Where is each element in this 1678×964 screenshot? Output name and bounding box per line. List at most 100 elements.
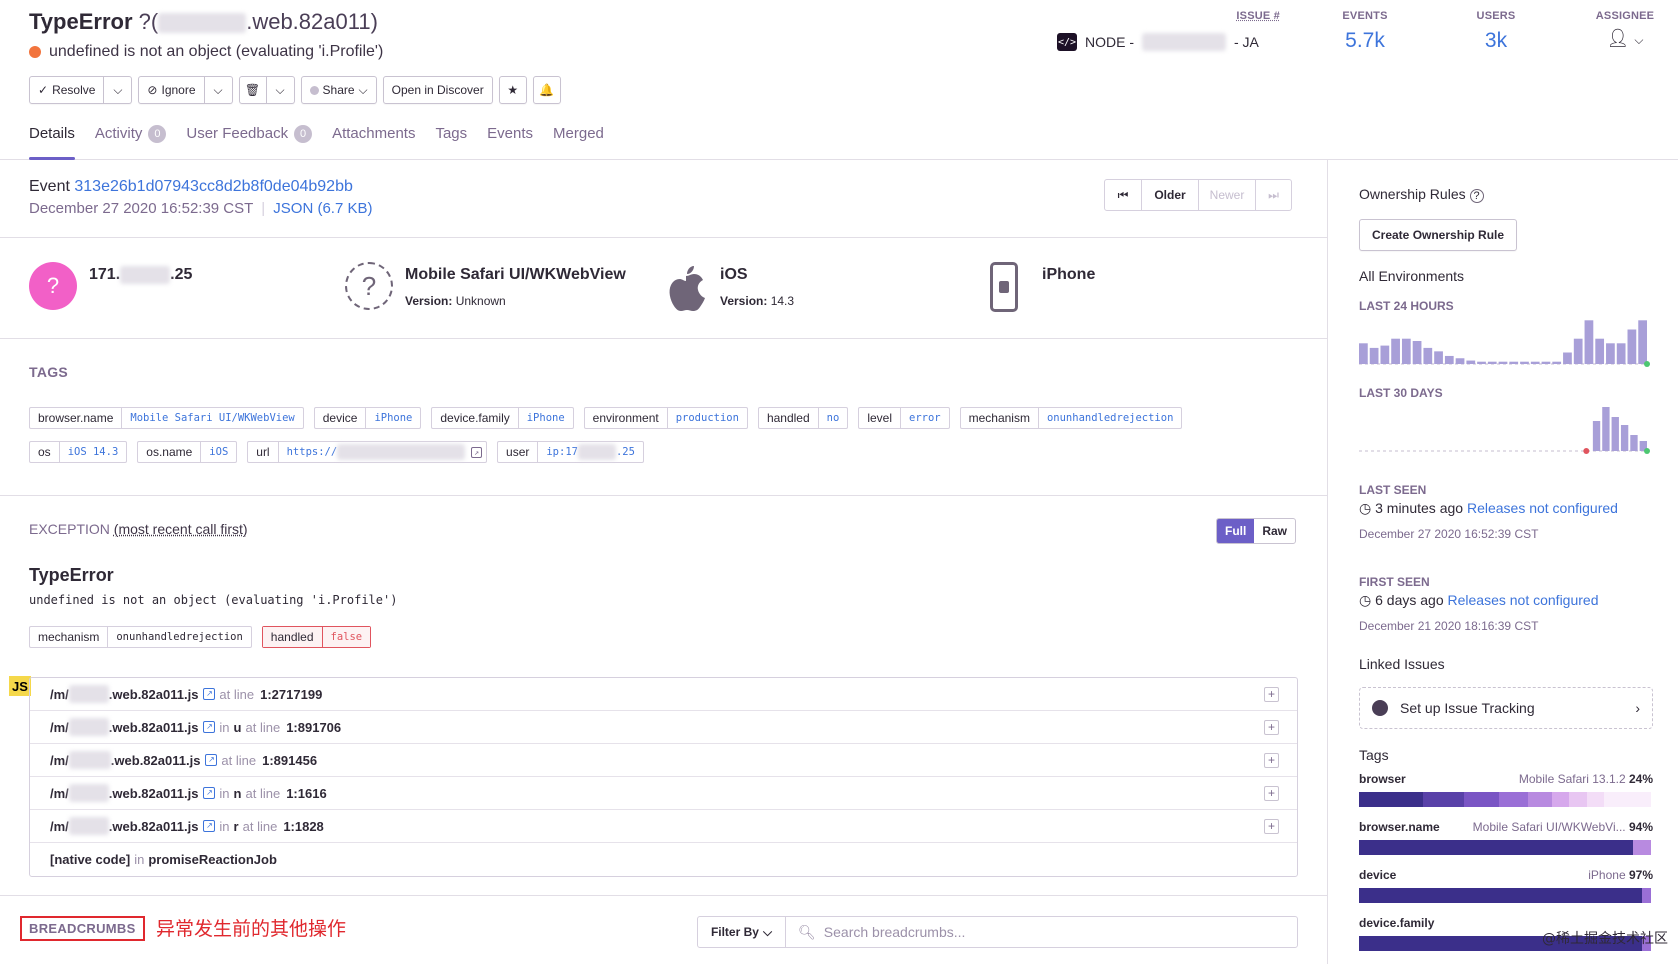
ignore-dropdown-button[interactable]: ⌵ bbox=[204, 76, 233, 104]
tab-user-feedback[interactable]: User Feedback 0 bbox=[186, 125, 313, 159]
chart-bar[interactable] bbox=[1369, 347, 1379, 364]
event-id-link[interactable]: 313e26b1d07943cc8d2b8f0de04b92bb bbox=[74, 178, 353, 195]
resolve-button[interactable]: ✓ Resolve bbox=[29, 76, 105, 104]
external-link-icon[interactable]: ↗ bbox=[203, 787, 216, 799]
chart-bar[interactable] bbox=[1434, 351, 1443, 364]
setup-issue-tracking-card[interactable]: Set up Issue Tracking › bbox=[1359, 687, 1653, 729]
stack-frame[interactable]: /m/ .web.82a011.js ↗ in r at line 1:1828 + bbox=[30, 810, 1297, 843]
last-event-button[interactable]: ⏭ bbox=[1255, 180, 1291, 210]
tag-value[interactable]: Mobile Safari UI/WKWebView bbox=[122, 408, 302, 428]
share-button[interactable]: Share ⌵ bbox=[300, 76, 377, 104]
full-toggle-button[interactable]: Full bbox=[1217, 519, 1255, 543]
tag-bar-segment[interactable] bbox=[1604, 792, 1651, 807]
tag-bar-segment[interactable] bbox=[1359, 792, 1424, 807]
first-seen-release-link[interactable]: Releases not configured bbox=[1448, 592, 1599, 608]
tag-bar-segment[interactable] bbox=[1642, 888, 1651, 903]
chart-bar[interactable] bbox=[1423, 347, 1433, 364]
tag-bar-segment[interactable] bbox=[1423, 792, 1465, 807]
external-link-icon[interactable]: ↗ bbox=[203, 721, 216, 733]
chart-bar[interactable] bbox=[1487, 361, 1497, 364]
tab-merged[interactable]: Merged bbox=[553, 125, 604, 159]
ignore-button[interactable]: ⊘ Ignore bbox=[138, 76, 205, 104]
stack-frame[interactable]: /m/ .web.82a011.js ↗ in u at line 1:891706 + bbox=[30, 711, 1297, 744]
chart-bar[interactable] bbox=[1595, 338, 1605, 364]
tab-details[interactable]: Details bbox=[29, 125, 75, 160]
tag-pill[interactable]: level error bbox=[858, 407, 950, 429]
resolve-dropdown-button[interactable]: ⌵ bbox=[104, 76, 133, 104]
chart-bar[interactable] bbox=[1520, 361, 1529, 364]
older-button[interactable]: Older bbox=[1141, 180, 1198, 210]
stack-frame[interactable]: /m/ .web.82a011.js ↗ at line 1:2717199 + bbox=[30, 678, 1297, 711]
expand-frame-icon[interactable]: + bbox=[1264, 687, 1279, 702]
tag-value[interactable]: https:// ↗ bbox=[279, 442, 486, 462]
expand-frame-icon[interactable]: + bbox=[1264, 819, 1279, 834]
environments-selector[interactable]: All Environments bbox=[1359, 268, 1464, 284]
chart-bar[interactable] bbox=[1530, 361, 1540, 364]
tag-value[interactable]: error bbox=[901, 408, 949, 428]
stack-frame[interactable]: /m/ .web.82a011.js ↗ at line 1:891456 + bbox=[30, 744, 1297, 777]
external-link-icon[interactable]: ↗ bbox=[203, 820, 216, 832]
assignee-selector[interactable]: 👤︎ ⌵ bbox=[1590, 28, 1660, 49]
expand-frame-icon[interactable]: + bbox=[1264, 720, 1279, 735]
tag-pill[interactable]: device iPhone bbox=[313, 407, 422, 429]
external-link-icon[interactable]: ↗ bbox=[203, 688, 216, 700]
external-link-icon[interactable]: ↗ bbox=[471, 446, 483, 458]
chart-bar[interactable] bbox=[1541, 361, 1551, 364]
filter-by-dropdown[interactable]: Filter By ⌵ bbox=[698, 917, 786, 947]
chart-bar[interactable] bbox=[1552, 361, 1562, 364]
project-badge[interactable]: </> NODE - - JA bbox=[1057, 33, 1259, 51]
chart-bar[interactable] bbox=[1444, 355, 1454, 364]
stack-frame[interactable]: /m/ .web.82a011.js ↗ in n at line 1:1616 + bbox=[30, 777, 1297, 810]
chart-bar[interactable] bbox=[1466, 360, 1476, 364]
chart-bar[interactable] bbox=[1455, 358, 1465, 364]
tag-pill[interactable]: environment production bbox=[583, 407, 748, 429]
create-ownership-rule-button[interactable]: Create Ownership Rule bbox=[1359, 219, 1518, 251]
chart-bar[interactable] bbox=[1509, 361, 1519, 364]
tag-value[interactable]: ip:17 .25 bbox=[538, 442, 643, 462]
expand-frame-icon[interactable]: + bbox=[1264, 753, 1279, 768]
tag-pill[interactable]: user ip:17 .25 bbox=[497, 441, 644, 463]
tag-value[interactable]: iOS 14.3 bbox=[60, 442, 127, 462]
chart-bar[interactable] bbox=[1611, 417, 1619, 451]
tag-bar-segment[interactable] bbox=[1633, 840, 1651, 855]
json-link[interactable]: JSON (6.7 KB) bbox=[273, 200, 372, 217]
tag-value[interactable]: iPhone bbox=[366, 408, 420, 428]
tag-pill[interactable]: os iOS 14.3 bbox=[29, 441, 128, 463]
tag-bar-segment[interactable] bbox=[1586, 792, 1605, 807]
tag-pill[interactable]: mechanism onunhandledrejection bbox=[959, 407, 1183, 429]
tag-value[interactable]: production bbox=[668, 408, 747, 428]
chart-bar[interactable] bbox=[1573, 338, 1583, 364]
events-stat[interactable]: EVENTS 5.7k bbox=[1325, 10, 1405, 53]
tag-bar-segment[interactable] bbox=[1551, 792, 1570, 807]
tag-bar-segment[interactable] bbox=[1464, 792, 1500, 807]
tag-value[interactable]: iOS bbox=[201, 442, 236, 462]
tag-bar-segment[interactable] bbox=[1569, 792, 1587, 807]
tag-distribution-bar[interactable] bbox=[1359, 840, 1651, 855]
chart-bar[interactable] bbox=[1620, 425, 1629, 451]
tag-pill[interactable]: browser.name Mobile Safari UI/WKWebView bbox=[29, 407, 304, 429]
tag-value[interactable]: iPhone bbox=[519, 408, 573, 428]
chart-bar[interactable] bbox=[1412, 341, 1422, 364]
tag-value[interactable]: onunhandledrejection bbox=[1039, 408, 1181, 428]
tab-activity[interactable]: Activity 0 bbox=[95, 125, 167, 159]
breadcrumb-search-input[interactable]: 🔍︎ Search breadcrumbs... bbox=[786, 917, 1297, 947]
tag-pill[interactable]: device.family iPhone bbox=[431, 407, 574, 429]
bookmark-button[interactable]: ★ bbox=[498, 76, 527, 104]
external-link-icon[interactable]: ↗ bbox=[205, 754, 218, 766]
tag-bar-segment[interactable] bbox=[1528, 792, 1552, 807]
chart-bar[interactable] bbox=[1638, 320, 1647, 364]
chart-bar[interactable] bbox=[1630, 435, 1638, 451]
chart-bar[interactable] bbox=[1401, 338, 1411, 364]
newer-button[interactable]: Newer bbox=[1198, 180, 1255, 210]
chart-bar[interactable] bbox=[1498, 361, 1508, 364]
subscribe-button[interactable]: 🔔 bbox=[532, 76, 561, 104]
last-seen-release-link[interactable]: Releases not configured bbox=[1467, 500, 1618, 516]
expand-frame-icon[interactable]: + bbox=[1264, 786, 1279, 801]
tab-attachments[interactable]: Attachments bbox=[332, 125, 415, 159]
tab-tags[interactable]: Tags bbox=[435, 125, 467, 159]
tag-bar-segment[interactable] bbox=[1359, 888, 1643, 903]
chart-bar[interactable] bbox=[1602, 407, 1610, 451]
chart-bar[interactable] bbox=[1592, 421, 1601, 451]
chart-bar[interactable] bbox=[1391, 338, 1400, 364]
chart-bar[interactable] bbox=[1616, 343, 1626, 364]
